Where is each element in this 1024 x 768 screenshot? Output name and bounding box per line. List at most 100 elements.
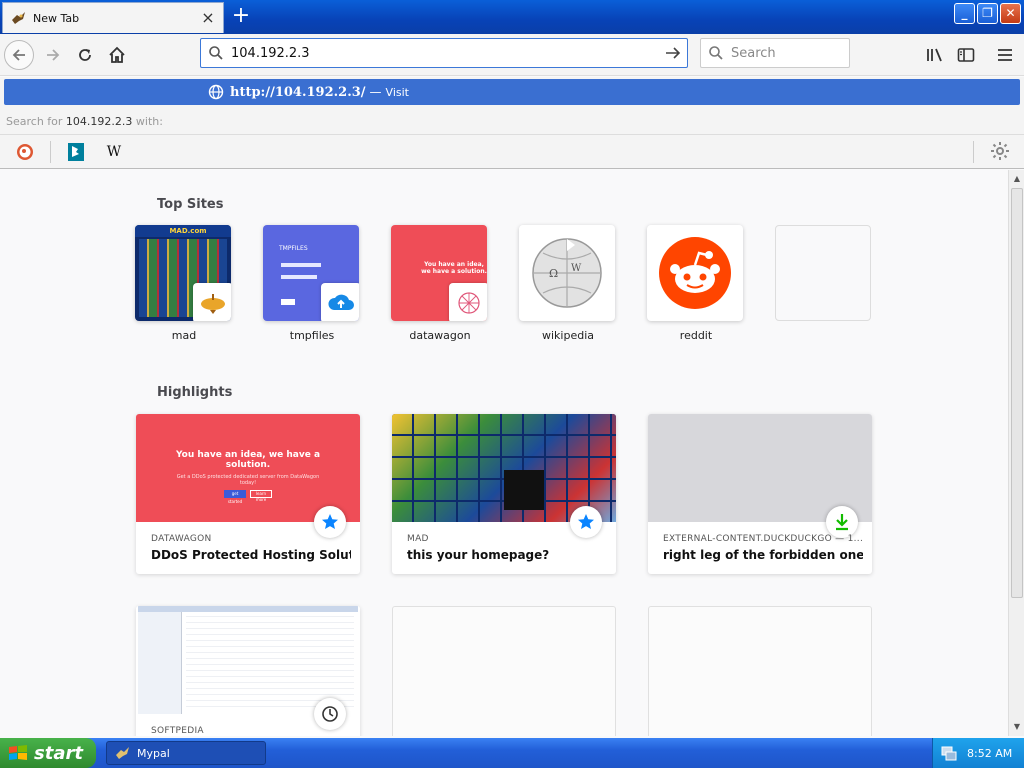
svg-text:W: W <box>571 263 582 274</box>
highlights-heading: Highlights <box>157 385 233 400</box>
forward-button[interactable] <box>38 40 68 70</box>
card-source: SOFTPEDIA <box>151 726 204 736</box>
start-button[interactable]: start <box>0 738 96 768</box>
suggestion-url: http://104.192.2.3/ <box>230 84 366 100</box>
system-tray: 8:52 AM <box>932 738 1024 768</box>
top-site-reddit[interactable]: reddit <box>647 225 745 342</box>
highlight-card-softpedia[interactable]: SOFTPEDIA <box>136 606 360 736</box>
top-site-label: tmpfiles <box>289 329 335 342</box>
card-title: DDoS Protected Hosting Solutio... <box>151 548 351 562</box>
highlight-card-datawagon[interactable]: You have an idea, we have a solution. Ge… <box>136 414 360 574</box>
scroll-down-arrow-icon[interactable]: ▼ <box>1011 720 1023 734</box>
tab-title: New Tab <box>33 11 80 25</box>
top-sites-heading: Top Sites <box>157 197 224 212</box>
top-site-label: wikipedia <box>541 329 594 342</box>
tmpfiles-favicon-badge <box>321 283 359 321</box>
back-arrow-icon <box>4 40 34 70</box>
search-input[interactable]: Search <box>731 46 776 61</box>
site-thumbnail: You have an idea, we have a solution. <box>391 225 487 321</box>
top-site-empty-slot[interactable] <box>775 225 873 321</box>
highlight-card-download[interactable]: EXTERNAL-CONTENT.DUCKDUCKGO — 1... right… <box>648 414 872 574</box>
navigation-toolbar: 104.192.2.3 Search <box>0 34 1024 76</box>
network-icon[interactable] <box>941 745 957 761</box>
tmpfiles-form-line <box>281 275 317 279</box>
url-input[interactable]: 104.192.2.3 <box>231 46 659 61</box>
windows-taskbar: start Mypal 8:52 AM <box>0 738 1024 768</box>
svg-text:Ω: Ω <box>549 267 558 280</box>
go-arrow-icon[interactable] <box>659 45 687 61</box>
top-site-mad[interactable]: MAD.com mad <box>135 225 233 342</box>
url-bar[interactable]: 104.192.2.3 <box>200 38 688 68</box>
visit-suggestion[interactable]: http://104.192.2.3/ — Visit <box>4 79 1020 105</box>
back-button[interactable] <box>4 40 34 70</box>
home-icon <box>109 46 125 63</box>
reload-button[interactable] <box>70 40 100 70</box>
search-icon <box>701 45 731 61</box>
datawagon-logo-icon <box>458 292 480 314</box>
library-icon[interactable] <box>924 44 946 66</box>
datawagon-heading: You have an idea, we have a solution. <box>421 261 487 275</box>
menu-icon[interactable] <box>994 44 1016 66</box>
taskbar-item-label: Mypal <box>137 746 170 760</box>
mad-game-tile <box>504 470 544 510</box>
card-thumb-heading: You have an idea, we have a solution. <box>175 450 321 470</box>
search-bar[interactable]: Search <box>700 38 850 68</box>
duckduckgo-icon[interactable] <box>12 139 38 165</box>
one-off-search-engines: W <box>0 134 1024 168</box>
card-title: this your homepage? <box>407 548 550 562</box>
wikipedia-icon[interactable]: W <box>101 139 127 165</box>
site-thumbnail: TMPFILES <box>263 225 359 321</box>
site-thumbnail: Ω W <box>519 225 615 321</box>
card-source: DATAWAGON <box>151 534 212 544</box>
empty-tile <box>775 225 871 321</box>
star-icon <box>570 506 602 538</box>
maximize-button[interactable]: ❐ <box>977 3 998 24</box>
reload-icon <box>79 49 91 61</box>
mad-logo-text: MAD.com <box>135 225 231 237</box>
site-thumbnail <box>647 225 743 321</box>
top-site-datawagon[interactable]: You have an idea, we have a solution. da… <box>391 225 489 342</box>
top-site-label: reddit <box>679 329 713 342</box>
search-for-query: 104.192.2.3 <box>65 115 133 128</box>
reddit-icon <box>659 237 731 309</box>
top-site-tmpfiles[interactable]: TMPFILES tmpfiles <box>263 225 361 342</box>
explorer-sidebar <box>138 612 182 714</box>
highlight-card-mad[interactable]: MAD this your homepage? <box>392 414 616 574</box>
tmpfiles-upload-button <box>281 299 295 305</box>
minimize-button[interactable]: _ <box>954 3 975 24</box>
start-label: start <box>34 742 83 764</box>
mypal-favicon-icon <box>116 747 129 759</box>
card-thumb-button: learn more <box>250 490 272 502</box>
clock[interactable]: 8:52 AM <box>967 747 1012 760</box>
scroll-up-arrow-icon[interactable]: ▲ <box>1011 172 1023 186</box>
suggestion-action: Visit <box>385 85 409 99</box>
card-thumb-button: get started <box>224 490 246 504</box>
datawagon-favicon-badge <box>449 283 487 321</box>
new-tab-button[interactable]: + <box>230 4 252 28</box>
tmpfiles-logo-text: TMPFILES <box>279 245 308 252</box>
vertical-scrollbar[interactable]: ▲ ▼ <box>1008 170 1024 736</box>
tab-new-tab[interactable]: New Tab × <box>2 2 224 33</box>
mad-favicon-badge <box>193 283 231 321</box>
clock-icon <box>314 698 346 730</box>
taskbar-item-mypal[interactable]: Mypal <box>106 741 266 765</box>
tab-close-icon[interactable]: × <box>199 9 217 27</box>
card-thumb-subtext: Get a DDoS protected dedicated server fr… <box>176 474 320 486</box>
globe-icon <box>208 84 224 100</box>
home-button[interactable] <box>102 40 132 70</box>
title-bar: New Tab × + _ ❐ ✕ <box>0 0 1024 34</box>
new-tab-page: Top Sites MAD.com mad TMPFILES tmpfiles … <box>0 170 1008 736</box>
scrollbar-thumb[interactable] <box>1011 188 1023 598</box>
settings-gear-icon[interactable] <box>990 141 1010 164</box>
highlight-empty-card <box>648 606 872 736</box>
close-window-button[interactable]: ✕ <box>1000 3 1021 24</box>
top-site-wikipedia[interactable]: Ω W wikipedia <box>519 225 617 342</box>
bing-icon[interactable] <box>63 139 89 165</box>
sidebar-icon[interactable] <box>955 44 977 66</box>
site-thumbnail: MAD.com <box>135 225 231 321</box>
search-icon <box>201 45 231 61</box>
card-title: right leg of the forbidden one.jp... <box>663 548 863 562</box>
card-source: MAD <box>407 534 429 544</box>
star-icon <box>314 506 346 538</box>
url-autocomplete-popup: http://104.192.2.3/ — Visit Search for 1… <box>0 77 1024 169</box>
